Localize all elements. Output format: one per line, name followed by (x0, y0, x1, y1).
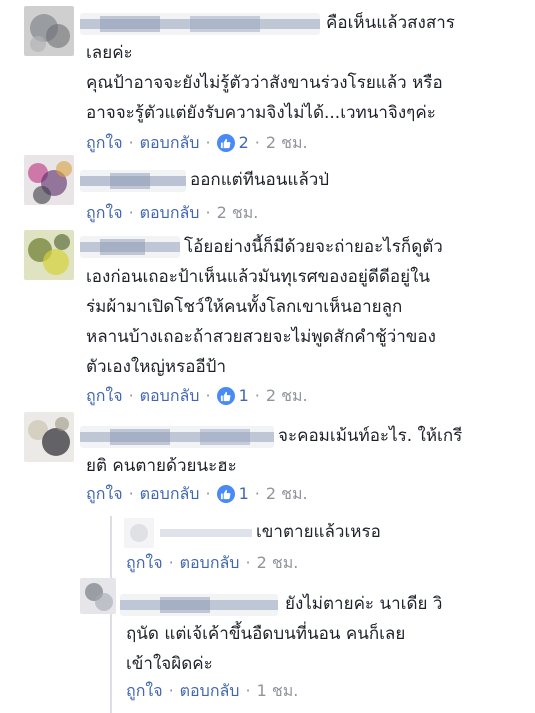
commenter-name-blurred[interactable] (80, 236, 180, 258)
reply-button[interactable]: ตอบกลับ (140, 482, 200, 506)
timestamp[interactable]: 2 ชม. (266, 384, 308, 408)
comment-text-line: จะคอมเม้นท์อะไร. ให้เกรี (278, 426, 463, 446)
separator-dot: · (168, 553, 174, 572)
avatar[interactable] (124, 518, 154, 548)
comment-text-line: ตัวเองใหญ่หรออีป้า (86, 357, 226, 377)
avatar[interactable] (24, 6, 74, 56)
like-count: 1 (238, 484, 249, 503)
reply-button[interactable]: ตอบกลับ (140, 384, 200, 408)
commenter-name-blurred[interactable] (160, 522, 252, 544)
separator-dot: · (128, 386, 134, 405)
avatar[interactable] (24, 155, 74, 205)
separator-dot: · (205, 484, 211, 503)
thumbs-up-icon (216, 134, 235, 152)
comment-actions: ถูกใจ · ตอบกลับ · 2 · 2 ชม. (86, 131, 308, 155)
commenter-name-blurred[interactable] (80, 170, 186, 192)
separator-dot: · (128, 203, 134, 222)
reply-button[interactable]: ตอบกลับ (140, 131, 200, 155)
comment-text-line: อาจจะรู้ตัวแต่ยังรับความจิงไม่ได้...เวทน… (86, 103, 436, 123)
like-count: 1 (238, 386, 249, 405)
reply-text-line: ฤนัด แต่เจ้เค้าขึ้นอืดบนที่นอน คนก็เลย (126, 624, 406, 644)
like-button[interactable]: ถูกใจ (86, 384, 123, 408)
commenter-name-blurred[interactable] (80, 426, 274, 448)
separator-dot: · (205, 386, 211, 405)
thumbs-up-icon (216, 387, 235, 405)
comment-text-line: เลยค่ะ (86, 43, 133, 63)
reply-text-line: เขาตายแล้วเหรอ (256, 522, 381, 542)
timestamp[interactable]: 2 ชม. (266, 482, 308, 506)
separator-dot: · (254, 133, 260, 152)
comment-text-line: โอ้ยอย่างนี้ก็มีด้วยจะถ่ายอะไรก็ดูตัว (184, 237, 443, 257)
separator-dot: · (245, 553, 251, 572)
comment-actions: ถูกใจ · ตอบกลับ · 2 ชม. (86, 201, 258, 225)
like-button[interactable]: ถูกใจ (86, 201, 123, 225)
comment-actions: ถูกใจ · ตอบกลับ · 1 · 2 ชม. (86, 384, 308, 408)
reply-actions: ถูกใจ · ตอบกลับ · 1 ชม. (126, 679, 298, 703)
like-count-badge[interactable]: 1 (216, 482, 249, 506)
separator-dot: · (205, 203, 211, 222)
comment-text-line: คือเห็นแล้วสงสาร (326, 13, 455, 33)
comment-text-line: ร่มผ้ามาเปิดโชว์ให้คนทั้งโลกเขาเห็นอายลู… (86, 297, 403, 317)
timestamp[interactable]: 2 ชม. (217, 201, 259, 225)
reply-button[interactable]: ตอบกลับ (140, 201, 200, 225)
reply-thread-divider (110, 516, 112, 713)
timestamp[interactable]: 2 ชม. (266, 131, 308, 155)
like-button[interactable]: ถูกใจ (86, 482, 123, 506)
reply-text-line: เข้าใจผิดค่ะ (126, 654, 213, 674)
reply-button[interactable]: ตอบกลับ (180, 679, 240, 703)
comment-actions: ถูกใจ · ตอบกลับ · 1 · 2 ชม. (86, 482, 308, 506)
reply-actions: ถูกใจ · ตอบกลับ · 2 ชม. (126, 551, 298, 575)
thumbs-up-icon (216, 485, 235, 503)
avatar[interactable] (24, 412, 74, 462)
timestamp[interactable]: 2 ชม. (257, 551, 299, 575)
comment-text-line: หลานบ้างเถอะถ้าสวยสวยจะไม่พูดสักคำชู้ว่า… (86, 327, 436, 347)
like-count-badge[interactable]: 1 (216, 384, 249, 408)
separator-dot: · (128, 133, 134, 152)
like-button[interactable]: ถูกใจ (86, 131, 123, 155)
like-count: 2 (238, 133, 249, 152)
avatar[interactable] (24, 230, 74, 280)
reply-text-line: ยังไม่ตายค่ะ นาเดีย วิ (285, 594, 443, 614)
separator-dot: · (254, 484, 260, 503)
comment-text-line: ออกแต่ทีนอนแล้วป่ (190, 170, 330, 190)
separator-dot: · (205, 133, 211, 152)
separator-dot: · (254, 386, 260, 405)
reply-button[interactable]: ตอบกลับ (180, 551, 240, 575)
like-button[interactable]: ถูกใจ (126, 679, 163, 703)
commenter-name-blurred[interactable] (80, 13, 320, 35)
like-button[interactable]: ถูกใจ (126, 551, 163, 575)
avatar[interactable] (80, 578, 116, 614)
comment-text-line: คุณป้าอาจจะยังไม่รู้ตัวว่าสังขานร่วงโรยแ… (86, 73, 443, 93)
commenter-name-blurred[interactable] (120, 594, 278, 616)
comment-text-line: ยติ คนตายด้วยนะฮะ (86, 456, 237, 476)
timestamp[interactable]: 1 ชม. (257, 679, 299, 703)
separator-dot: · (128, 484, 134, 503)
separator-dot: · (168, 681, 174, 700)
comment-text-line: เองก่อนเถอะป้าเห็นแล้วมันทุเรศของอยู่ดีด… (86, 267, 431, 287)
like-count-badge[interactable]: 2 (216, 131, 249, 155)
separator-dot: · (245, 681, 251, 700)
